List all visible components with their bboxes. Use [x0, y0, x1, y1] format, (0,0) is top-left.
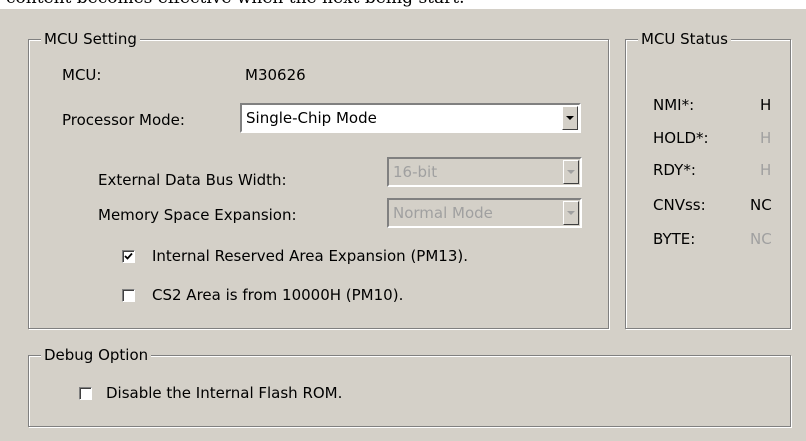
- pm10-checkbox[interactable]: [122, 289, 135, 302]
- checkmark-icon: [124, 252, 133, 260]
- top-clipped-text: content becomes effective when the next …: [0, 0, 806, 9]
- mcu-status-legend: MCU Status: [638, 29, 731, 49]
- mcu-label: MCU:: [62, 66, 102, 84]
- mem-exp-select: Normal Mode: [387, 198, 582, 228]
- mcu-status-group: MCU Status: [625, 29, 791, 329]
- ext-bus-dropdown-button: [563, 160, 579, 184]
- processor-mode-label: Processor Mode:: [62, 111, 185, 129]
- status-value-cnvss: NC: [750, 196, 772, 214]
- mem-exp-label: Memory Space Expansion:: [98, 206, 297, 224]
- debug-option-legend: Debug Option: [41, 345, 152, 365]
- ext-bus-select: 16-bit: [387, 157, 582, 187]
- disable-flash-checkbox[interactable]: [79, 387, 92, 400]
- chevron-down-icon: [566, 116, 574, 120]
- pm13-label[interactable]: Internal Reserved Area Expansion (PM13).: [152, 246, 468, 266]
- status-value-rdy: H: [760, 161, 772, 179]
- status-value-byte: NC: [750, 230, 772, 248]
- status-label-byte: BYTE:: [653, 230, 696, 248]
- mcu-setting-legend: MCU Setting: [41, 29, 140, 49]
- mcu-value: M30626: [245, 66, 306, 84]
- chevron-down-icon: [567, 170, 575, 174]
- status-label-nmi: NMI*:: [653, 96, 695, 114]
- processor-mode-dropdown-button[interactable]: [562, 106, 578, 130]
- status-label-hold: HOLD*:: [653, 129, 709, 147]
- processor-mode-select[interactable]: Single-Chip Mode: [240, 103, 581, 133]
- processor-mode-value: Single-Chip Mode: [246, 109, 377, 127]
- mem-exp-dropdown-button: [563, 201, 579, 225]
- chevron-down-icon: [567, 211, 575, 215]
- status-value-hold: H: [760, 129, 772, 147]
- status-label-cnvss: CNVss:: [653, 196, 706, 214]
- pm13-checkbox[interactable]: [122, 250, 135, 263]
- status-value-nmi: H: [760, 96, 772, 114]
- pm10-label[interactable]: CS2 Area is from 10000H (PM10).: [152, 285, 403, 305]
- ext-bus-label: External Data Bus Width:: [98, 171, 287, 189]
- ext-bus-value: 16-bit: [393, 163, 438, 181]
- mem-exp-value: Normal Mode: [393, 204, 493, 222]
- disable-flash-label[interactable]: Disable the Internal Flash ROM.: [106, 383, 342, 403]
- status-label-rdy: RDY*:: [653, 161, 696, 179]
